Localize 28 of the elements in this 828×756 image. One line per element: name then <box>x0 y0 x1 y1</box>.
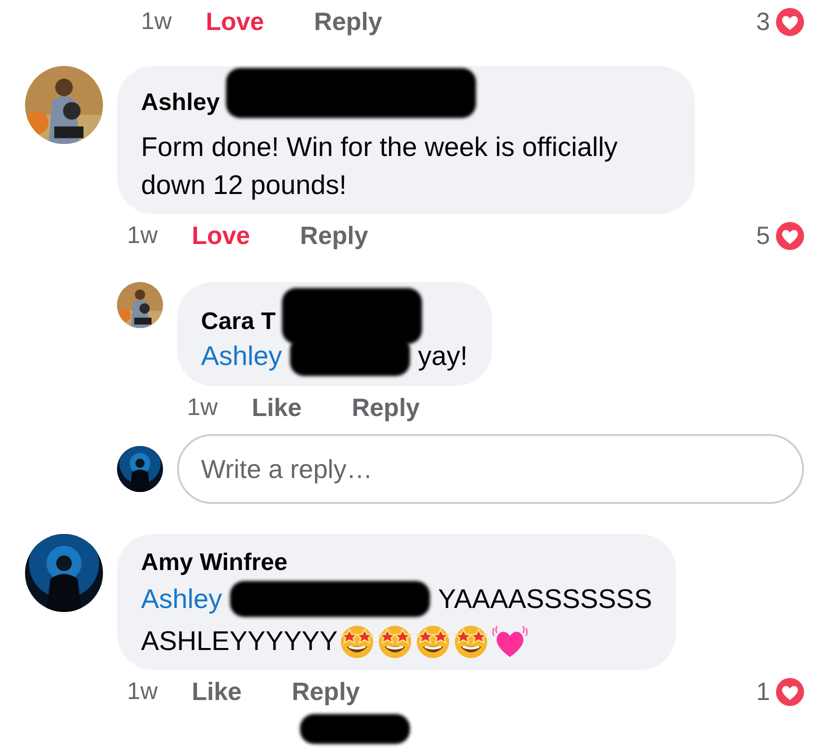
reaction-link[interactable]: Love <box>206 8 264 36</box>
heart-reaction-icon <box>774 220 806 252</box>
reply-field[interactable]: Write a reply… <box>177 434 804 504</box>
reaction-link[interactable]: Like <box>192 678 242 706</box>
mention-link[interactable]: Ashley <box>201 337 282 375</box>
comment-time: 1w <box>141 8 172 36</box>
heart-reaction-icon <box>774 6 806 38</box>
comment-text: YAAAASSSSSSS <box>438 583 652 616</box>
comment-author: Ashley <box>141 88 220 118</box>
reaction-link[interactable]: Love <box>192 222 250 250</box>
mention-link[interactable]: Ashley <box>141 580 222 618</box>
reply-link[interactable]: Reply <box>292 678 360 706</box>
reply-link[interactable]: Reply <box>314 8 382 36</box>
reaction-link[interactable]: Like <box>252 394 302 422</box>
comment-author: Amy Winfree <box>141 548 288 578</box>
comment-time: 1w <box>127 222 158 250</box>
comment-time: 1w <box>187 394 218 422</box>
comment-text: yay! <box>418 340 468 373</box>
comment-text: Form done! Win for the week is officially down 12 pounds! <box>141 132 618 200</box>
reaction-count: 1 <box>756 678 770 706</box>
reaction-count: 5 <box>756 222 770 250</box>
heart-reaction-icon <box>774 676 806 708</box>
reply-link[interactable]: Reply <box>300 222 368 250</box>
reaction-count: 3 <box>756 8 770 36</box>
reply-link[interactable]: Reply <box>352 394 420 422</box>
comment-text: ASHLEYYYYYY <box>141 625 338 658</box>
comment-author: Cara T <box>201 307 276 337</box>
comment-time: 1w <box>127 678 158 706</box>
